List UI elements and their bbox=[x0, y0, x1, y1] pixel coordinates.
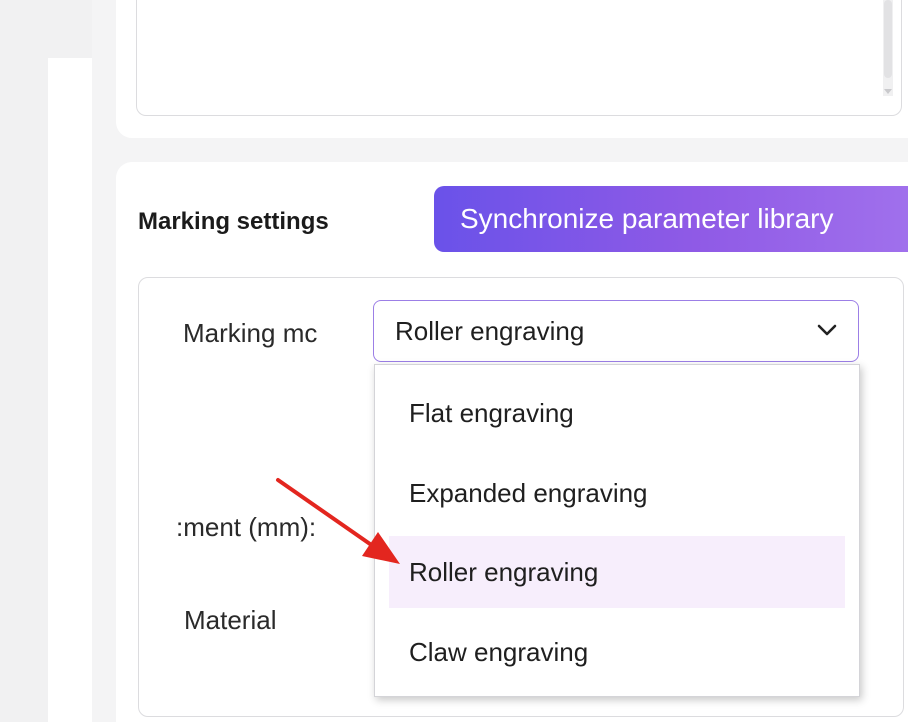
chevron-down-icon[interactable] bbox=[814, 317, 840, 343]
vertical-scrollbar[interactable] bbox=[883, 0, 893, 96]
material-label: Material bbox=[184, 605, 277, 635]
marking-mode-select[interactable]: Roller engraving bbox=[373, 300, 859, 362]
option-claw-engraving[interactable]: Claw engraving bbox=[389, 616, 845, 688]
marking-mode-label: Marking mc bbox=[183, 318, 318, 348]
scroll-down-icon[interactable] bbox=[884, 89, 892, 94]
option-expanded-engraving[interactable]: Expanded engraving bbox=[389, 457, 845, 529]
synchronize-parameter-library-button[interactable]: Synchronize parameter library bbox=[434, 186, 908, 252]
scrollbar-thumb[interactable] bbox=[884, 0, 892, 78]
selected-value: Roller engraving bbox=[395, 316, 585, 346]
option-flat-engraving[interactable]: Flat engraving bbox=[389, 377, 845, 449]
section-title: Marking settings bbox=[138, 208, 329, 235]
option-roller-engraving[interactable]: Roller engraving bbox=[389, 536, 845, 608]
left-sidebar bbox=[0, 0, 92, 722]
left-sidebar-panel bbox=[48, 58, 92, 722]
red-arrow-icon bbox=[276, 478, 400, 564]
text-area[interactable] bbox=[136, 0, 902, 116]
marking-mode-dropdown: Flat engraving Expanded engraving Roller… bbox=[374, 364, 860, 697]
